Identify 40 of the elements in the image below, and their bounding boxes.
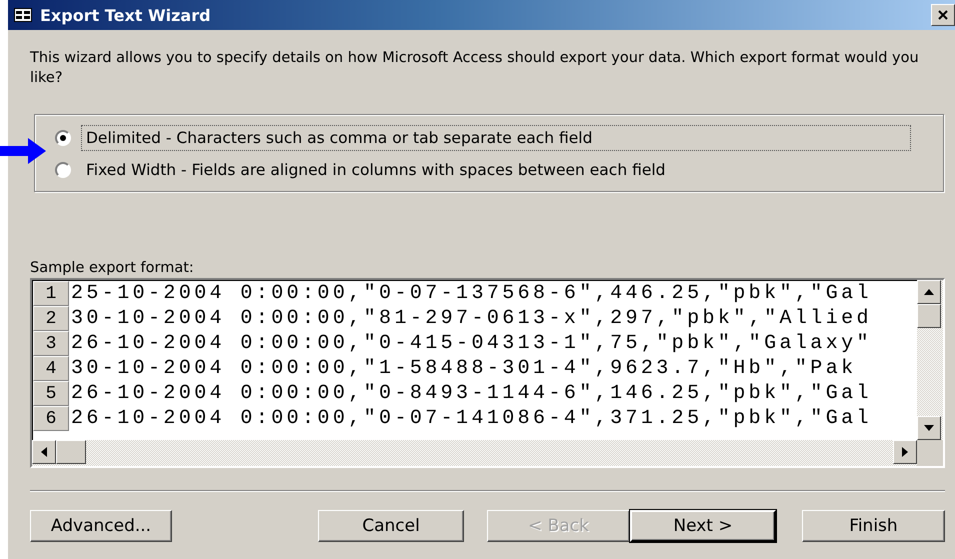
up-arrow-icon xyxy=(924,289,934,295)
horizontal-scrollbar[interactable] xyxy=(32,440,917,466)
wizard-button[interactable]: Next > xyxy=(630,510,776,542)
wizard-button[interactable]: Cancel xyxy=(318,510,464,542)
wizard-button[interactable]: Finish xyxy=(802,510,945,542)
window-title: Export Text Wizard xyxy=(40,6,211,24)
scroll-down-button[interactable] xyxy=(917,416,941,440)
wizard-button[interactable]: Advanced... xyxy=(30,510,172,542)
close-button[interactable] xyxy=(931,4,955,26)
scrollbar-corner xyxy=(917,440,943,466)
scroll-up-button[interactable] xyxy=(917,280,941,304)
sample-row-text: 30-10-2004 0:00:00,"1-58488-301-4",9623.7,"Hb","Pak xyxy=(70,357,856,380)
radio-label[interactable]: Delimited - Characters such as comma or tab separate each field xyxy=(81,125,911,151)
row-number: 4 xyxy=(33,356,69,381)
left-arrow-icon xyxy=(41,447,47,457)
scroll-thumb[interactable] xyxy=(917,304,941,328)
scroll-thumb[interactable] xyxy=(56,440,86,464)
scroll-right-button[interactable] xyxy=(893,440,917,464)
sample-row-text: 26-10-2004 0:00:00,"0-07-141086-4",371.25,"pbk","Gal xyxy=(70,407,872,430)
row-number: 6 xyxy=(33,406,69,431)
sample-row-text: 25-10-2004 0:00:00,"0-07-137568-6",446.25,"pbk","Gal xyxy=(70,282,872,305)
right-arrow-icon xyxy=(902,447,908,457)
sample-row-text: 26-10-2004 0:00:00,"0-8493-1144-6",146.25,"pbk","Gal xyxy=(70,382,872,405)
intro-text: This wizard allows you to specify details on how Microsoft Access should export your data. Which export format would you like? xyxy=(30,49,920,88)
sample-label: Sample export format: xyxy=(30,260,194,276)
sample-row-text: 30-10-2004 0:00:00,"81-297-0613-x",297,"pbk","Allied xyxy=(70,307,872,330)
radio-label[interactable]: Fixed Width - Fields are aligned in columns with spaces between each field xyxy=(81,157,671,183)
down-arrow-icon xyxy=(924,425,934,431)
close-icon xyxy=(938,10,948,20)
row-number: 1 xyxy=(33,281,69,306)
scroll-left-button[interactable] xyxy=(32,440,56,464)
row-number: 2 xyxy=(33,306,69,331)
pointer-arrow-icon xyxy=(0,138,46,164)
sample-row-text: 26-10-2004 0:00:00,"0-415-04313-1",75,"pbk","Galaxy" xyxy=(70,332,872,355)
radio-button[interactable] xyxy=(55,162,71,178)
vertical-scrollbar[interactable] xyxy=(917,280,943,440)
row-number: 5 xyxy=(33,381,69,406)
window-icon xyxy=(14,8,32,22)
radio-button[interactable] xyxy=(55,130,71,146)
row-number: 3 xyxy=(33,331,69,356)
